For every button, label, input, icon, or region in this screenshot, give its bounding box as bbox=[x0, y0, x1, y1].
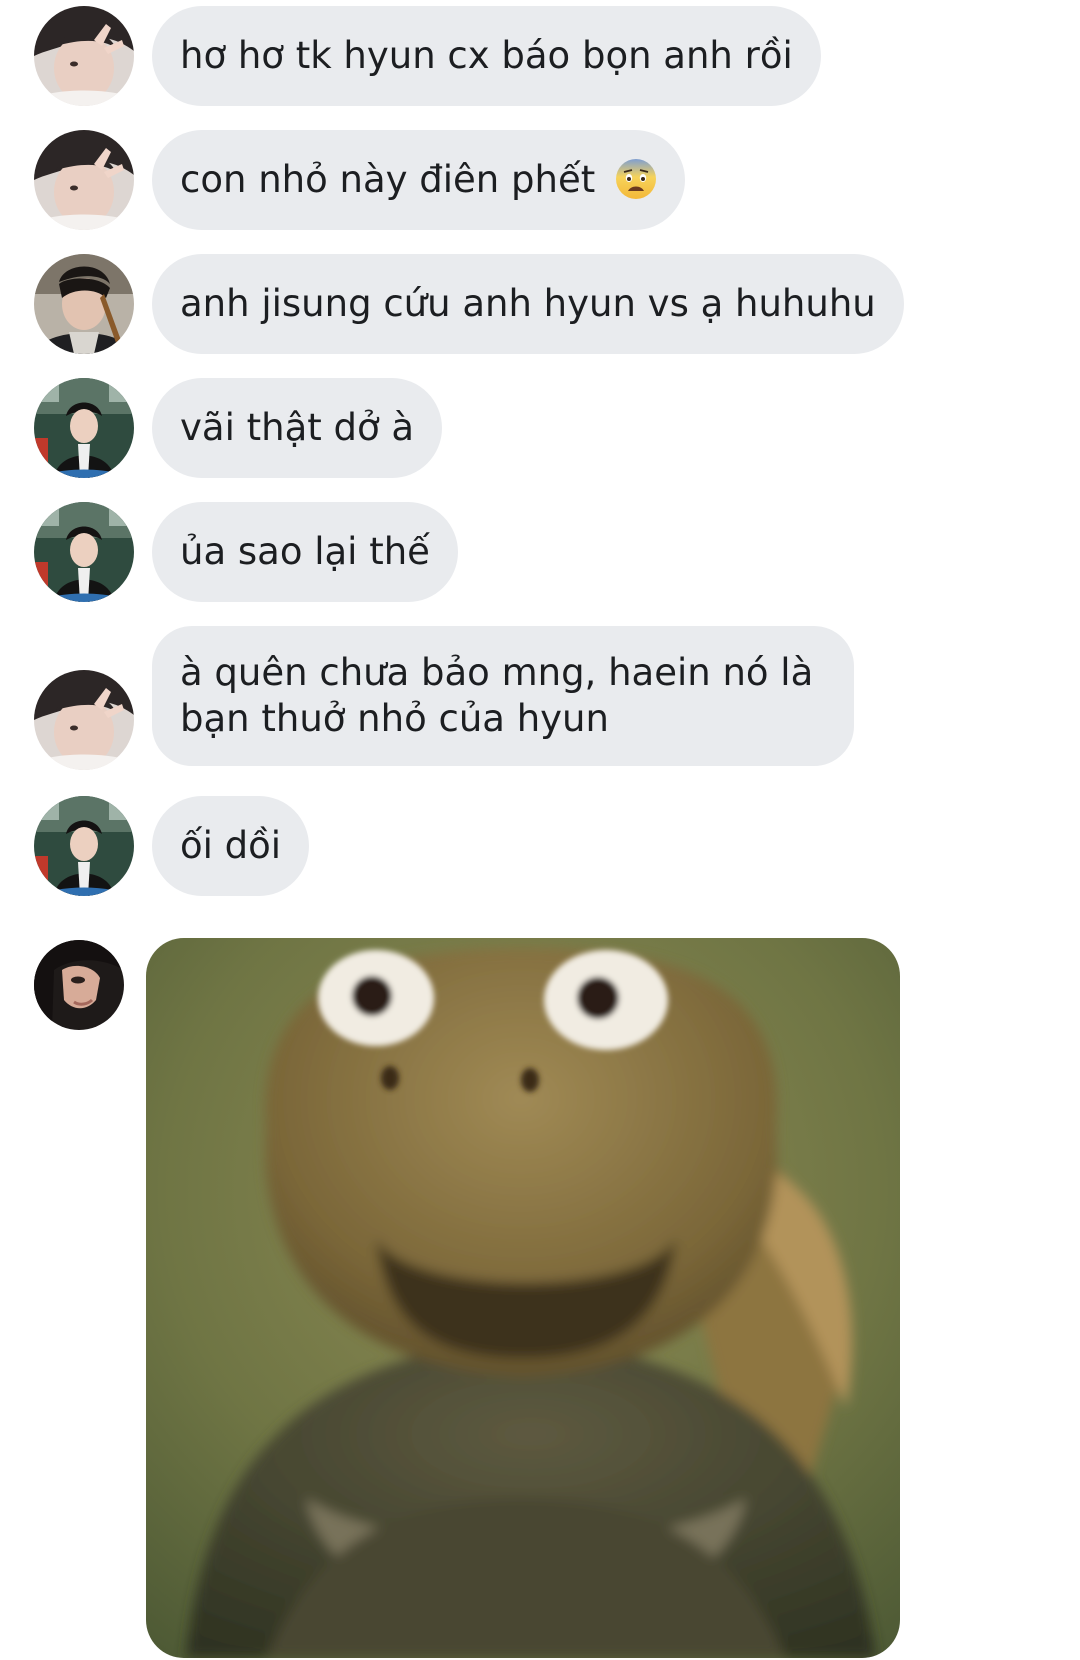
message-bubble[interactable]: hơ hơ tk hyun cx báo bọn anh rồi bbox=[152, 6, 821, 106]
avatar[interactable] bbox=[34, 378, 134, 478]
avatar[interactable] bbox=[34, 670, 134, 770]
surprised-turtle-meme bbox=[146, 938, 900, 1658]
message-bubble[interactable]: à quên chưa bảo mng, haein nó là bạn thu… bbox=[152, 626, 854, 766]
avatar[interactable] bbox=[34, 502, 134, 602]
anxious-face-emoji bbox=[616, 159, 656, 199]
message-bubble[interactable]: ối dồi bbox=[152, 796, 310, 896]
message-bubble[interactable]: con nhỏ này điên phết bbox=[152, 130, 685, 230]
message-text-line: à quên chưa bảo mng, haein nó là bbox=[180, 651, 814, 694]
message-text: hơ hơ tk hyun cx báo bọn anh rồi bbox=[180, 34, 793, 77]
chat-thread: hơ hơ tk hyun cx báo bọn anh rồi con nhỏ… bbox=[0, 0, 1080, 1660]
avatar[interactable] bbox=[34, 940, 124, 1030]
avatar[interactable] bbox=[34, 796, 134, 896]
message-bubble[interactable]: vãi thật dở à bbox=[152, 378, 443, 478]
message-text: ối dồi bbox=[180, 824, 282, 867]
message-bubble[interactable]: anh jisung cứu anh hyun vs ạ huhuhu bbox=[152, 254, 904, 354]
message-text: anh jisung cứu anh hyun vs ạ huhuhu bbox=[180, 282, 876, 325]
message-text: vãi thật dở à bbox=[180, 406, 415, 449]
avatar[interactable] bbox=[34, 6, 134, 106]
message-text-line: bạn thuở nhỏ của hyun bbox=[180, 697, 609, 740]
avatar[interactable] bbox=[34, 130, 134, 230]
message-text: con nhỏ này điên phết bbox=[180, 158, 596, 201]
message-bubble[interactable]: ủa sao lại thế bbox=[152, 502, 458, 602]
avatar[interactable] bbox=[34, 254, 134, 354]
message-text: ủa sao lại thế bbox=[180, 530, 430, 573]
image-message[interactable] bbox=[146, 938, 900, 1658]
